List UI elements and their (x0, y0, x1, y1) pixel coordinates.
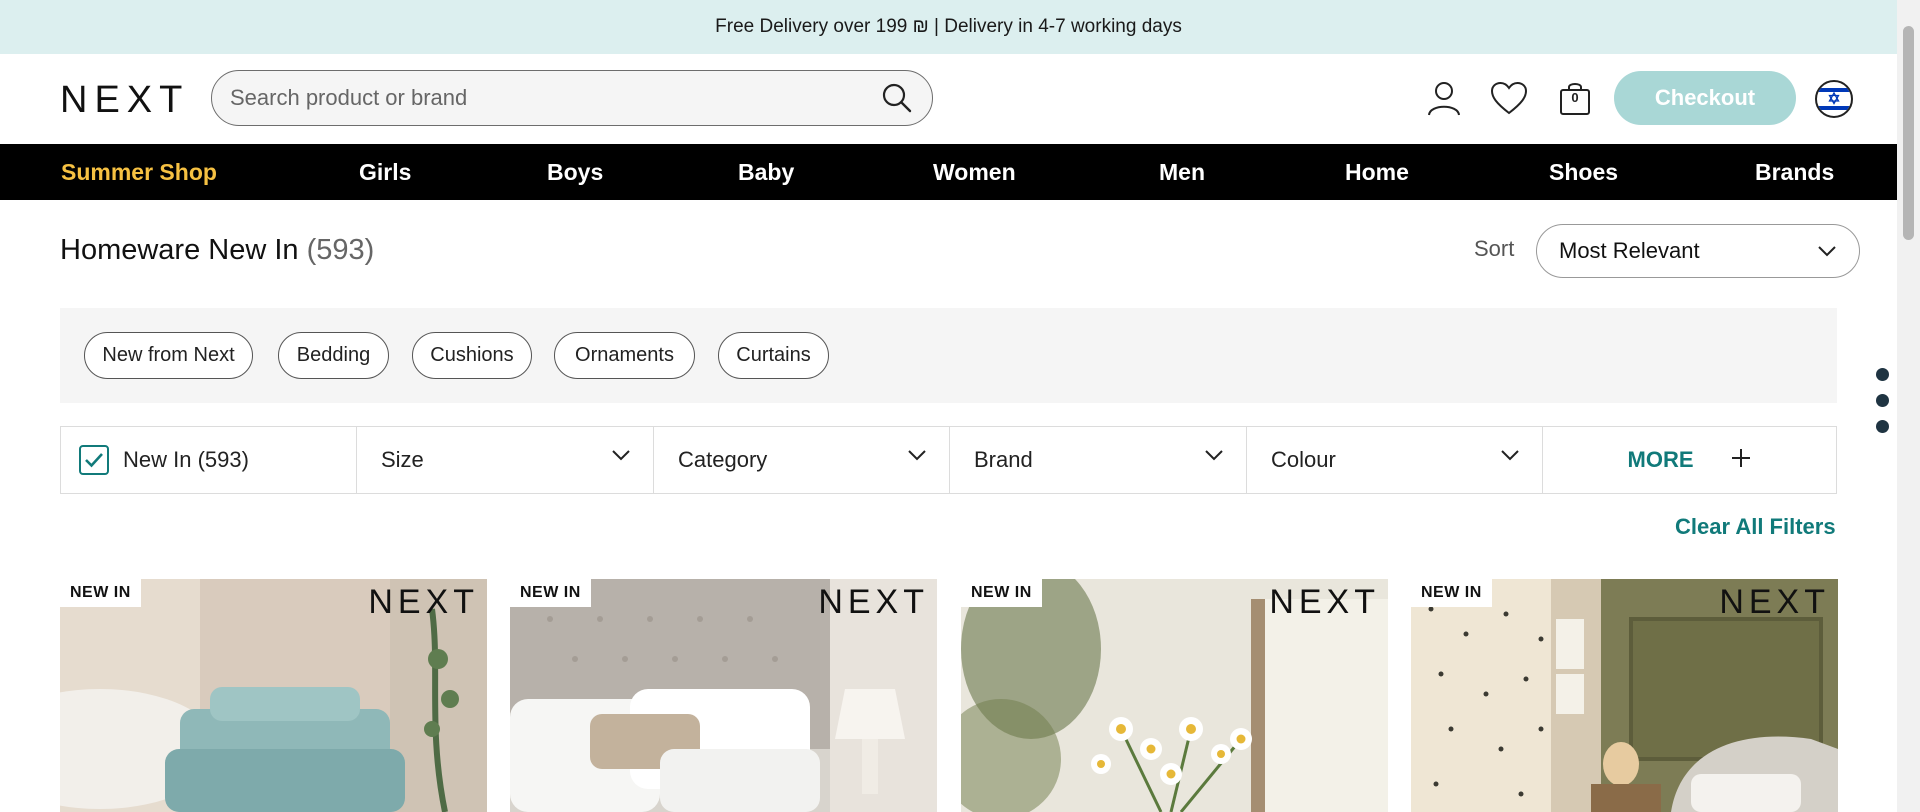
product-brand-logo: NEXT (1719, 583, 1830, 621)
more-label: MORE (1627, 447, 1694, 472)
search-bar[interactable] (211, 70, 933, 126)
chip-cushions[interactable]: Cushions (412, 332, 532, 379)
filter-colour[interactable]: Colour (1247, 427, 1543, 493)
filter-bar: New In (593) Size Category Brand Colour … (60, 426, 1837, 494)
filter-more-button[interactable]: MORE (1543, 427, 1836, 493)
main-nav: Summer Shop Girls Boys Baby Women Men Ho… (0, 144, 1897, 200)
sort-selected: Most Relevant (1559, 238, 1700, 263)
nav-brands[interactable]: Brands (1755, 144, 1834, 200)
chip-new-from-next[interactable]: New from Next (84, 332, 253, 379)
new-in-badge: NEW IN (510, 579, 591, 607)
filter-label: Size (381, 447, 424, 472)
bag-count: 0 (1571, 90, 1579, 105)
chip-label: New from Next (102, 344, 235, 366)
chip-bedding[interactable]: Bedding (278, 332, 389, 379)
filter-new-in-label: New In (593) (123, 447, 249, 472)
filter-label: Brand (974, 447, 1033, 472)
chip-label: Curtains (736, 344, 811, 366)
nav-girls[interactable]: Girls (359, 144, 411, 200)
nav-men[interactable]: Men (1159, 144, 1205, 200)
quick-filter-panel: New from Next Bedding Cushions Ornaments… (60, 308, 1837, 403)
indicator-dot[interactable] (1876, 368, 1889, 381)
indicator-dot[interactable] (1876, 420, 1889, 433)
page-indicator-dots (1876, 368, 1890, 446)
account-icon[interactable] (1424, 78, 1464, 118)
product-brand-logo: NEXT (1269, 583, 1380, 621)
product-card[interactable]: NEW IN NEXT (510, 579, 937, 812)
clear-all-filters-link[interactable]: Clear All Filters (1675, 514, 1836, 540)
sort-label: Sort (1474, 236, 1515, 261)
new-in-badge: NEW IN (961, 579, 1042, 607)
nav-label: Women (933, 158, 1016, 185)
nav-boys[interactable]: Boys (547, 144, 603, 200)
scrollbar[interactable] (1897, 0, 1920, 812)
nav-label: Baby (738, 158, 795, 185)
indicator-dot[interactable] (1876, 394, 1889, 407)
product-brand-logo: NEXT (368, 583, 479, 621)
page-title-text: Homeware New In (60, 234, 299, 266)
chip-ornaments[interactable]: Ornaments (554, 332, 695, 379)
filter-category[interactable]: Category (654, 427, 950, 493)
nav-home[interactable]: Home (1345, 144, 1409, 200)
next-logo[interactable]: NEXT (60, 79, 189, 122)
bag-icon[interactable]: 0 (1555, 78, 1595, 118)
search-input[interactable] (230, 85, 880, 111)
chevron-down-icon (1818, 246, 1836, 257)
chevron-down-icon (612, 450, 630, 461)
filter-label: Colour (1271, 447, 1336, 472)
chip-curtains[interactable]: Curtains (718, 332, 829, 379)
promo-bar: Free Delivery over 199 ₪ | Delivery in 4… (0, 0, 1897, 54)
nav-label: Brands (1755, 158, 1835, 185)
result-count: (593) (306, 234, 375, 266)
product-card[interactable]: NEW IN NEXT (1411, 579, 1838, 812)
site-header: NEXT 0 Checkout (0, 54, 1897, 144)
chevron-down-icon (1205, 450, 1223, 461)
nav-label: Shoes (1549, 158, 1619, 185)
nav-shoes[interactable]: Shoes (1549, 144, 1618, 200)
filter-new-in[interactable]: New In (593) (61, 427, 357, 493)
promo-text: Free Delivery over 199 ₪ | Delivery in 4… (715, 16, 1182, 37)
nav-label: Men (1159, 158, 1205, 185)
product-card[interactable]: NEW IN NEXT (60, 579, 487, 812)
checkbox-checked-icon[interactable] (79, 445, 109, 475)
heart-icon[interactable] (1489, 78, 1529, 118)
filter-size[interactable]: Size (357, 427, 654, 493)
filter-brand[interactable]: Brand (950, 427, 1247, 493)
chip-label: Bedding (296, 344, 371, 366)
product-brand-logo: NEXT (818, 583, 929, 621)
product-card[interactable]: NEW IN NEXT (961, 579, 1388, 812)
nav-women[interactable]: Women (933, 144, 1016, 200)
nav-label: Boys (547, 158, 604, 185)
israel-flag-icon[interactable] (1815, 80, 1853, 118)
sort-dropdown[interactable]: Most Relevant (1536, 224, 1860, 278)
chevron-down-icon (908, 450, 926, 461)
nav-label: Summer Shop (61, 158, 217, 185)
nav-label: Home (1345, 158, 1409, 185)
nav-label: Girls (359, 158, 412, 185)
chevron-down-icon (1501, 450, 1519, 461)
chip-label: Cushions (430, 344, 514, 366)
nav-summer-shop[interactable]: Summer Shop (61, 144, 217, 200)
nav-baby[interactable]: Baby (738, 144, 794, 200)
new-in-badge: NEW IN (1411, 579, 1492, 607)
page-title: Homeware New In (593) (60, 234, 374, 267)
new-in-badge: NEW IN (60, 579, 141, 607)
chip-label: Ornaments (575, 344, 674, 366)
plus-icon (1731, 449, 1750, 467)
scrollbar-thumb[interactable] (1903, 26, 1914, 240)
checkout-button[interactable]: Checkout (1614, 71, 1796, 125)
filter-label: Category (678, 447, 768, 472)
search-icon[interactable] (880, 81, 914, 115)
